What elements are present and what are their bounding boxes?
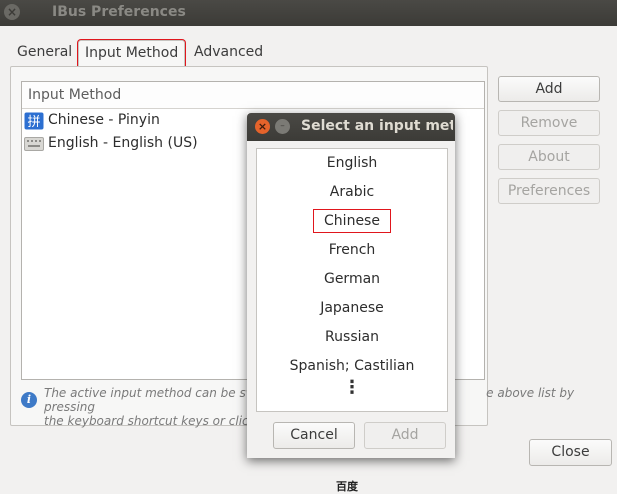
language-item-german[interactable]: German [257, 265, 447, 294]
watermark-text: 百度 [336, 480, 358, 493]
list-header[interactable]: Input Method [22, 82, 484, 109]
language-label: Russian [325, 329, 379, 345]
window-titlebar: × IBus Preferences [0, 0, 617, 26]
language-label: Japanese [320, 300, 384, 316]
language-label: French [328, 242, 376, 258]
language-item-english[interactable]: English [257, 149, 447, 178]
language-label: Chinese [314, 210, 390, 232]
close-button[interactable]: Close [529, 439, 612, 466]
remove-button[interactable]: Remove [498, 110, 600, 136]
dialog-title: Select an input meth [301, 118, 453, 134]
tab-general[interactable]: General [17, 40, 72, 66]
dialog-minimize-icon[interactable]: – [275, 119, 290, 134]
info-icon: i [21, 392, 37, 408]
pinyin-icon-glyph: 拼 [27, 115, 40, 130]
list-item-label: Chinese - Pinyin [48, 112, 160, 128]
language-item-russian[interactable]: Russian [257, 323, 447, 352]
language-label: Spanish; Castilian [289, 358, 415, 374]
language-item-arabic[interactable]: Arabic [257, 178, 447, 207]
more-icon[interactable]: ⋮ [257, 379, 447, 403]
info-text-line2: the keyboard shortcut keys or clicking [44, 414, 275, 428]
language-item-french[interactable]: French [257, 236, 447, 265]
tab-advanced[interactable]: Advanced [194, 40, 263, 66]
select-input-method-dialog: × – Select an input meth English Arabic … [247, 113, 455, 458]
window-close-icon[interactable]: × [4, 4, 20, 20]
tab-input-method[interactable]: Input Method [78, 40, 186, 67]
list-item-label: English - English (US) [48, 135, 198, 151]
add-button[interactable]: Add [498, 76, 600, 102]
pinyin-icon: 拼 [24, 112, 44, 130]
info-text-line1: The active input method can be switc [44, 386, 271, 400]
preferences-button[interactable]: Preferences [498, 178, 600, 204]
dialog-titlebar: × – Select an input meth [247, 113, 455, 141]
dialog-close-icon[interactable]: × [255, 119, 270, 134]
dialog-add-button[interactable]: Add [364, 422, 446, 449]
language-label: German [323, 271, 381, 287]
about-button[interactable]: About [498, 144, 600, 170]
cancel-button[interactable]: Cancel [273, 422, 355, 449]
language-item-chinese[interactable]: Chinese [257, 207, 447, 236]
window-title: IBus Preferences [52, 4, 186, 20]
language-list[interactable]: English Arabic Chinese French German Jap… [256, 148, 448, 412]
language-label: English [326, 155, 378, 171]
language-label: Arabic [329, 184, 375, 200]
language-item-japanese[interactable]: Japanese [257, 294, 447, 323]
keyboard-icon [24, 135, 44, 153]
